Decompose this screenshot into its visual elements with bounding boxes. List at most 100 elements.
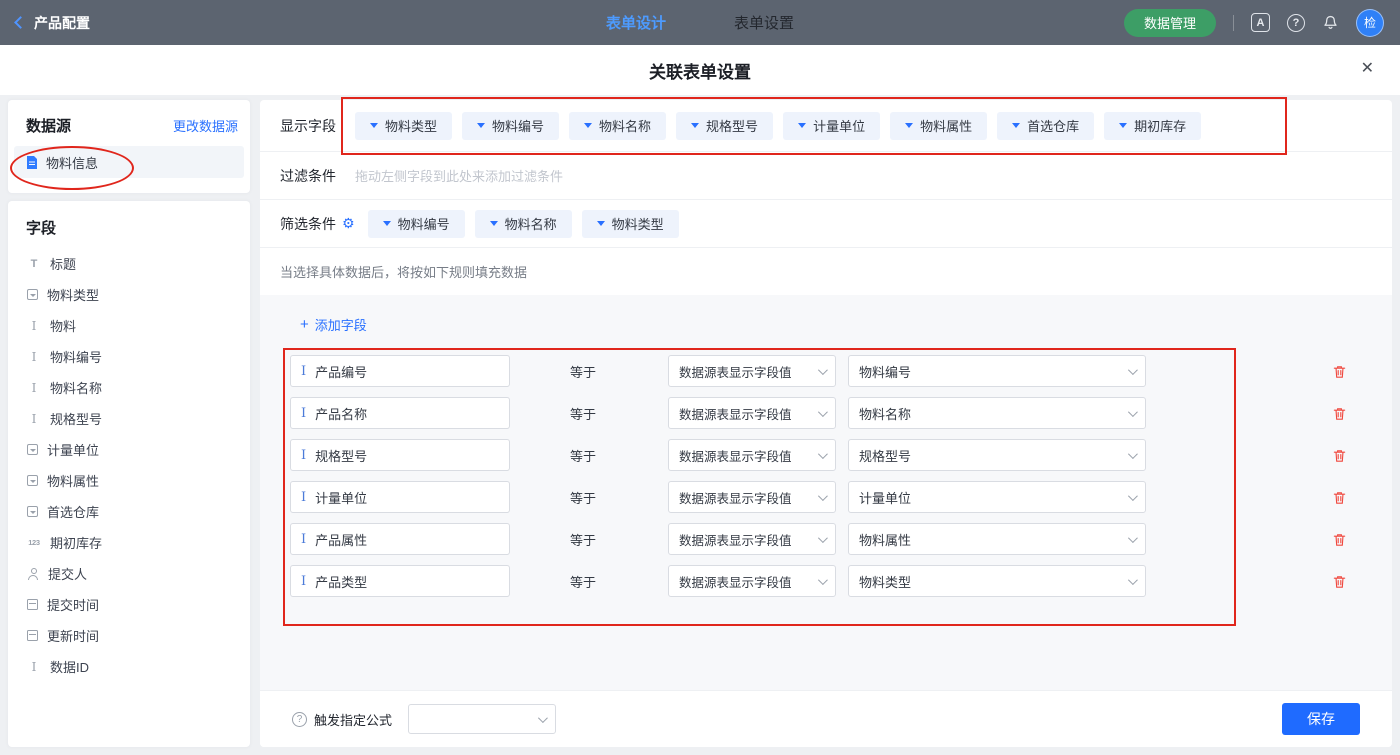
sidebar-field-data-id[interactable]: 数据ID [8, 651, 250, 682]
sidebar-field-submit-time[interactable]: 提交时间 [8, 589, 250, 620]
tab-form-design[interactable]: 表单设计 [606, 12, 666, 33]
back-label: 产品配置 [34, 13, 90, 33]
sidebar-field-update-time[interactable]: 更新时间 [8, 620, 250, 651]
back-button[interactable]: 产品配置 [16, 13, 90, 33]
rule-source-type-select[interactable]: 数据源表显示字段值 [668, 355, 836, 387]
save-button[interactable]: 保存 [1282, 703, 1360, 735]
data-manage-button[interactable]: 数据管理 [1124, 9, 1216, 37]
chevron-down-icon [1128, 449, 1138, 459]
rule-source-type-select[interactable]: 数据源表显示字段值 [668, 397, 836, 429]
display-chip-initial-stock[interactable]: 期初库存 [1104, 112, 1201, 140]
avatar[interactable]: 检 [1356, 9, 1384, 37]
screen-condition-label: 筛选条件 [280, 214, 336, 234]
text-field-icon: I [301, 532, 306, 547]
display-chip-preferred-warehouse[interactable]: 首选仓库 [997, 112, 1094, 140]
rules-hint: 当选择具体数据后，将按如下规则填充数据 [280, 262, 527, 281]
text-field-icon: I [301, 574, 306, 589]
rule-target-input[interactable]: I计量单位 [290, 481, 510, 513]
chevron-down-icon [1128, 407, 1138, 417]
user-field-icon [27, 568, 39, 580]
chevron-down-icon [818, 449, 828, 459]
display-chip-material-no[interactable]: 物料编号 [462, 112, 559, 140]
sidebar-field-initial-stock[interactable]: 期初库存 [8, 527, 250, 558]
chevron-down-icon [818, 407, 828, 417]
rule-source-field-select[interactable]: 物料类型 [848, 565, 1146, 597]
display-chip-material-name[interactable]: 物料名称 [569, 112, 666, 140]
rule-target-input[interactable]: I产品属性 [290, 523, 510, 555]
sidebar-field-submitter[interactable]: 提交人 [8, 558, 250, 589]
sidebar-field-spec-model[interactable]: 规格型号 [8, 403, 250, 434]
text-field-icon: I [301, 364, 306, 379]
help-circle-icon[interactable]: ? [292, 712, 307, 727]
sidebar-field-preferred-warehouse[interactable]: 首选仓库 [8, 496, 250, 527]
filter-dropzone[interactable]: 拖动左侧字段到此处来添加过滤条件 [355, 166, 563, 185]
display-chip-material-type[interactable]: 物料类型 [355, 112, 452, 140]
chevron-down-icon [818, 491, 828, 501]
rule-source-field-select[interactable]: 物料属性 [848, 523, 1146, 555]
translate-icon[interactable]: A [1251, 13, 1270, 32]
sidebar-field-material[interactable]: 物料 [8, 310, 250, 341]
display-fields-label: 显示字段 [280, 116, 336, 136]
rule-source-type-select[interactable]: 数据源表显示字段值 [668, 523, 836, 555]
main-footer: ? 触发指定公式 保存 [260, 690, 1392, 747]
rule-target-input[interactable]: I产品类型 [290, 565, 510, 597]
datasource-item-label: 物料信息 [46, 153, 98, 172]
tab-form-settings[interactable]: 表单设置 [734, 12, 794, 33]
chevron-down-icon [477, 123, 485, 128]
delete-rule-icon[interactable] [1332, 490, 1347, 505]
text-field-icon [27, 320, 41, 332]
sidebar-field-material-name[interactable]: 物料名称 [8, 372, 250, 403]
date-field-icon [27, 630, 38, 641]
sidebar-field-material-attr[interactable]: 物料属性 [8, 465, 250, 496]
add-field-button[interactable]: + 添加字段 [300, 315, 367, 334]
chevron-down-icon [905, 123, 913, 128]
trigger-formula-label: 触发指定公式 [314, 710, 392, 729]
sidebar-field-material-type[interactable]: 物料类型 [8, 279, 250, 310]
display-chip-spec-model[interactable]: 规格型号 [676, 112, 773, 140]
delete-rule-icon[interactable] [1332, 406, 1347, 421]
screen-chip-material-name[interactable]: 物料名称 [475, 210, 572, 238]
display-chip-unit[interactable]: 计量单位 [783, 112, 880, 140]
chevron-down-icon [798, 123, 806, 128]
rule-source-type-select[interactable]: 数据源表显示字段值 [668, 439, 836, 471]
rule-row: I产品属性 等于 数据源表显示字段值 物料属性 [260, 518, 1392, 560]
text-field-icon [27, 382, 41, 394]
rule-row: I规格型号 等于 数据源表显示字段值 规格型号 [260, 434, 1392, 476]
rule-source-field-select[interactable]: 物料编号 [848, 355, 1146, 387]
sidebar-field-title[interactable]: 标题 [8, 248, 250, 279]
delete-rule-icon[interactable] [1332, 448, 1347, 463]
delete-rule-icon[interactable] [1332, 532, 1347, 547]
sidebar-field-unit[interactable]: 计量单位 [8, 434, 250, 465]
gear-icon[interactable]: ⚙ [342, 215, 355, 232]
sidebar-field-material-no[interactable]: 物料编号 [8, 341, 250, 372]
delete-rule-icon[interactable] [1332, 574, 1347, 589]
select-field-icon [27, 444, 38, 455]
change-datasource-link[interactable]: 更改数据源 [173, 116, 238, 135]
rule-source-type-select[interactable]: 数据源表显示字段值 [668, 481, 836, 513]
text-field-icon [27, 413, 41, 425]
back-chevron-icon [14, 16, 27, 29]
text-field-icon [27, 661, 41, 673]
fields-title: 字段 [26, 220, 56, 237]
rule-target-input[interactable]: I产品名称 [290, 397, 510, 429]
close-icon[interactable]: ✕ [1361, 61, 1374, 77]
datasource-item[interactable]: 物料信息 [14, 146, 244, 178]
rule-source-field-select[interactable]: 物料名称 [848, 397, 1146, 429]
select-field-icon [27, 475, 38, 486]
display-chip-material-attr[interactable]: 物料属性 [890, 112, 987, 140]
chevron-down-icon [1128, 365, 1138, 375]
chevron-down-icon [1119, 123, 1127, 128]
help-icon[interactable]: ? [1287, 14, 1305, 32]
screen-chip-material-no[interactable]: 物料编号 [368, 210, 465, 238]
rule-source-field-select[interactable]: 计量单位 [848, 481, 1146, 513]
rule-source-type-select[interactable]: 数据源表显示字段值 [668, 565, 836, 597]
topbar-divider [1233, 15, 1234, 31]
screen-chip-material-type[interactable]: 物料类型 [582, 210, 679, 238]
formula-select[interactable] [408, 704, 556, 734]
rule-source-field-select[interactable]: 规格型号 [848, 439, 1146, 471]
rule-target-input[interactable]: I规格型号 [290, 439, 510, 471]
rule-target-input[interactable]: I产品编号 [290, 355, 510, 387]
bell-icon[interactable] [1322, 14, 1339, 31]
delete-rule-icon[interactable] [1332, 364, 1347, 379]
text-field-icon: I [301, 448, 306, 463]
